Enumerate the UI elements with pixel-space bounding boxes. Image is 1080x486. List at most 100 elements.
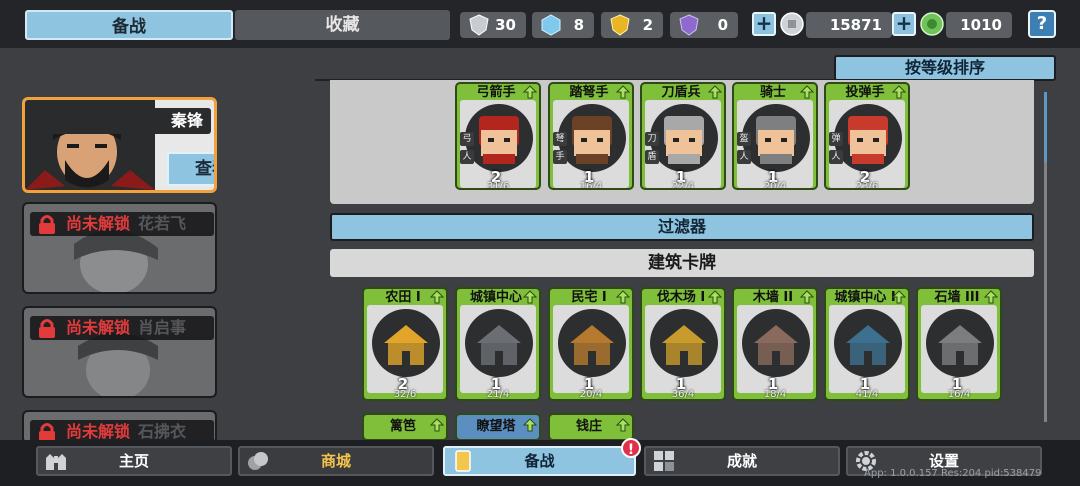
nav-shop[interactable]: 商城 — [238, 446, 434, 476]
upgrade-arrow-icon — [523, 418, 537, 432]
nav-home[interactable]: 主页 — [36, 446, 232, 476]
nav-prepare-label: 备战 — [524, 452, 555, 470]
building-card[interactable]: 伐木场 I 1 36/4 — [640, 287, 726, 401]
resource-silver-shards-value: 30 — [495, 16, 516, 34]
locked-status-text: 尚未解锁 — [66, 214, 131, 233]
tab-collection[interactable]: 收藏 — [235, 10, 450, 40]
green-coin-value: 1010 — [960, 16, 1002, 34]
locked-status-text: 尚未解锁 — [66, 318, 131, 337]
upgrade-arrow-icon — [708, 290, 722, 304]
add-green-button[interactable]: + — [892, 12, 916, 36]
upgrade-arrow-icon — [800, 85, 814, 99]
add-silver-button[interactable]: + — [752, 12, 776, 36]
building-card[interactable]: 农田 I 2 32/6 — [362, 287, 448, 401]
upgrade-arrow-icon — [616, 85, 630, 99]
lock-icon — [39, 319, 55, 338]
nav-achievements-label: 成就 — [726, 452, 757, 470]
upgrade-arrow-icon — [616, 418, 630, 432]
unit-card[interactable]: 骑士 盔 人 1 20/4 — [732, 82, 818, 190]
building-card[interactable]: 篱笆 — [362, 413, 448, 441]
filter-button[interactable]: 过滤器 — [330, 213, 1034, 241]
unit-trait-icon: 弓 — [460, 132, 474, 146]
upgrade-arrow-icon — [984, 290, 998, 304]
locked-label-1: 尚未解锁 花若飞 — [30, 212, 214, 236]
building-art-icon — [662, 325, 706, 365]
unit-trait-icon: 盔 — [737, 132, 751, 146]
upgrade-arrow-icon — [892, 85, 906, 99]
building-card[interactable]: 瞭望塔 — [455, 413, 541, 441]
resource-gold-shards: 2 — [601, 12, 663, 38]
green-coin-balance: 1010 — [946, 12, 1012, 38]
upgrade-arrow-icon — [800, 290, 814, 304]
building-art-icon — [384, 325, 428, 365]
unit-card-progress: 31/6 — [486, 181, 510, 190]
building-card-progress: 41/4 — [855, 389, 879, 400]
locked-hero-name: 花若飞 — [138, 214, 187, 233]
building-art-icon — [846, 325, 890, 365]
gold-shield-icon — [610, 14, 630, 36]
building-card[interactable]: 石墙 III 1 16/4 — [916, 287, 1002, 401]
tab-prepare[interactable]: 备战 — [25, 10, 233, 40]
locked-status-text: 尚未解锁 — [66, 422, 131, 441]
notification-badge: ! — [621, 438, 641, 458]
silver-coin-value: 15871 — [829, 16, 882, 34]
unit-portrait-icon — [756, 116, 796, 164]
nav-prepare[interactable]: 备战 — [443, 446, 636, 476]
hero-card-selected[interactable]: 秦锋 查看详情 — [22, 97, 217, 193]
resource-purple-shards: 0 — [670, 12, 738, 38]
scrollbar-thumb[interactable] — [1044, 92, 1047, 162]
unit-card[interactable]: 投弹手 弹 人 2 23/6 — [824, 82, 910, 190]
upgrade-arrow-icon — [523, 290, 537, 304]
building-art-icon — [938, 325, 982, 365]
unit-trait-icon: 弩 — [553, 132, 567, 146]
card-icon — [455, 450, 471, 472]
building-card-progress: 18/4 — [763, 389, 787, 400]
castle-icon — [46, 454, 66, 470]
unit-card[interactable]: 刀盾兵 刀 盾 1 22/4 — [640, 82, 726, 190]
building-art-icon — [754, 325, 798, 365]
building-card[interactable]: 城镇中心 1 21/4 — [455, 287, 541, 401]
unit-trait-icon: 弹 — [829, 132, 843, 146]
building-art-icon — [477, 325, 521, 365]
upgrade-arrow-icon — [616, 290, 630, 304]
hero-card-locked-3[interactable]: 尚未解锁 石拂衣 — [22, 410, 217, 444]
resource-purple-shards-value: 0 — [717, 16, 728, 34]
locked-hero-name: 石拂衣 — [138, 422, 187, 441]
unit-type-icon: 人 — [737, 150, 751, 164]
coins-icon — [248, 452, 268, 470]
silver-coin-balance: 15871 — [806, 12, 892, 38]
view-details-button[interactable]: 查看详情 — [167, 152, 214, 186]
unit-type-icon: 人 — [460, 150, 474, 164]
building-card[interactable]: 民宅 I 1 20/4 — [548, 287, 634, 401]
building-card[interactable]: 城镇中心 I 1 41/4 — [824, 287, 910, 401]
resource-gold-shards-value: 2 — [642, 16, 653, 34]
help-button[interactable]: ? — [1028, 10, 1056, 38]
upgrade-arrow-icon — [892, 290, 906, 304]
resource-blue-crystal-value: 8 — [573, 16, 584, 34]
resource-silver-shards: 30 — [460, 12, 526, 38]
building-card[interactable]: 木墙 II 1 18/4 — [732, 287, 818, 401]
blue-crystal-icon — [541, 14, 561, 36]
unit-card[interactable]: 踏弩手 弩 手 1 16/4 — [548, 82, 634, 190]
hero-card-locked-2[interactable]: 尚未解锁 肖启事 — [22, 306, 217, 398]
unit-portrait-icon — [479, 116, 519, 164]
upgrade-arrow-icon — [708, 85, 722, 99]
green-coin-icon — [920, 12, 944, 36]
unit-card[interactable]: 弓箭手 弓 人 2 31/6 — [455, 82, 541, 190]
hero-card-locked-1[interactable]: 尚未解锁 花若飞 — [22, 202, 217, 294]
unit-portrait-icon — [664, 116, 704, 164]
resource-blue-crystal: 8 — [532, 12, 594, 38]
unit-card-progress: 22/4 — [671, 181, 695, 190]
locked-hero-name: 肖启事 — [138, 318, 187, 337]
locked-label-2: 尚未解锁 肖启事 — [30, 316, 214, 340]
upgrade-arrow-icon — [430, 290, 444, 304]
unit-portrait-icon — [572, 116, 612, 164]
unit-trait-icon: 刀 — [645, 132, 659, 146]
building-card[interactable]: 钱庄 — [548, 413, 634, 441]
building-cards-header: 建筑卡牌 — [330, 249, 1034, 277]
unit-card-progress: 23/6 — [855, 181, 879, 190]
nav-achievements[interactable]: 成就 — [644, 446, 840, 476]
sort-by-level-button[interactable]: 按等级排序 — [834, 55, 1056, 81]
hero-name: 秦锋 — [33, 108, 211, 134]
upgrade-arrow-icon — [523, 85, 537, 99]
